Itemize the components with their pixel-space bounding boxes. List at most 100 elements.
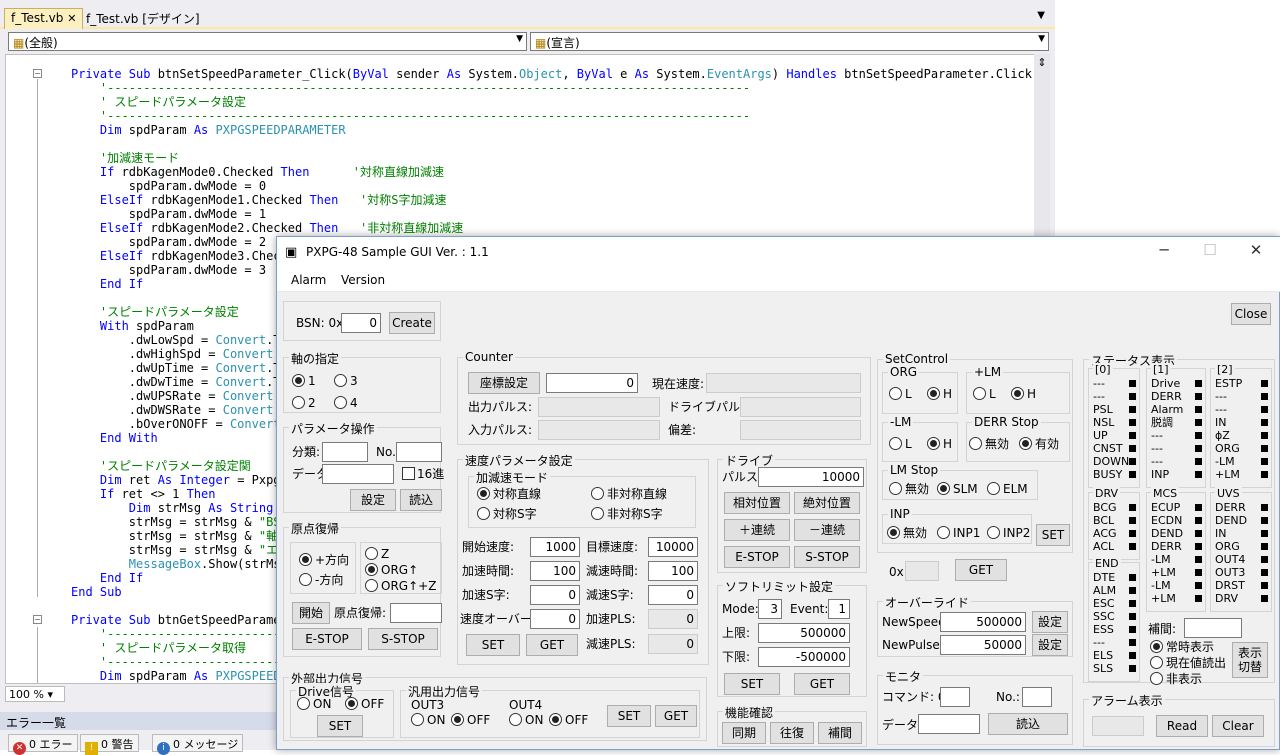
chevron-down-icon[interactable]: ▼ — [1037, 10, 1045, 21]
set-control-set-button[interactable]: SET — [1036, 524, 1070, 546]
close-button[interactable]: Close — [1231, 303, 1271, 325]
warnings-filter-button[interactable]: ! 0 警告 — [80, 734, 139, 755]
close-icon[interactable]: ✕ — [67, 12, 76, 25]
minus-lm-h-radio[interactable]: H — [927, 437, 952, 451]
monitor-no-input[interactable] — [1022, 687, 1052, 707]
inp1-radio[interactable]: INP1 — [937, 526, 980, 540]
drive-on-radio[interactable]: ON — [297, 697, 331, 711]
home-sstop-button[interactable]: S-STOP — [368, 628, 438, 650]
errors-filter-button[interactable]: ✕ 0 エラー — [8, 734, 78, 755]
hide-radio[interactable]: 非表示 — [1150, 672, 1202, 686]
axis-radio-4[interactable]: 4 — [334, 396, 358, 410]
speed-set-button[interactable]: SET — [466, 634, 520, 656]
axis-radio-1[interactable]: 1 — [292, 374, 316, 388]
speed-get-button[interactable]: GET — [526, 634, 578, 656]
out3-off-radio[interactable]: OFF — [451, 713, 490, 727]
mode-asymmetric-linear-radio[interactable]: 非対称直線 — [591, 487, 667, 501]
display-toggle-button[interactable]: 表示 切替 — [1232, 642, 1268, 678]
drive-set-button[interactable]: SET — [317, 715, 363, 737]
new-speed-input[interactable]: 500000 — [940, 612, 1026, 632]
class-combo[interactable]: ▦(全般) ▼ — [8, 32, 527, 51]
org-l-radio[interactable]: L — [889, 387, 912, 401]
general-get-button[interactable]: GET — [655, 705, 697, 727]
mode-asymmetric-s-radio[interactable]: 非対称S字 — [591, 507, 663, 521]
mode-symmetric-linear-radio[interactable]: 対称直線 — [477, 487, 541, 501]
out4-off-radio[interactable]: OFF — [549, 713, 588, 727]
maximize-icon[interactable]: ☐ — [1187, 241, 1233, 263]
set-control-get-button[interactable]: GET — [955, 559, 1007, 581]
data-input[interactable] — [322, 464, 394, 484]
home-start-button[interactable]: 開始 — [292, 602, 330, 624]
upper-limit-input[interactable]: 500000 — [758, 623, 850, 643]
create-button[interactable]: Create — [389, 312, 435, 334]
alarm-clear-button[interactable]: Clear — [1212, 715, 1264, 737]
command-input[interactable] — [940, 687, 970, 707]
org-z-radio[interactable]: ORG↑+Z — [365, 579, 436, 593]
hex-checkbox[interactable]: 16進 — [402, 467, 444, 481]
relative-move-button[interactable]: 相対位置 — [724, 492, 790, 514]
minus-continuous-button[interactable]: －連続 — [794, 519, 860, 541]
mode-symmetric-s-radio[interactable]: 対称S字 — [477, 507, 537, 521]
plus-continuous-button[interactable]: ＋連続 — [724, 519, 790, 541]
home-estop-button[interactable]: E-STOP — [292, 628, 362, 650]
axis-radio-3[interactable]: 3 — [334, 374, 358, 388]
inp2-radio[interactable]: INP2 — [987, 526, 1030, 540]
inp-disable-radio[interactable]: 無効 — [887, 526, 927, 540]
out3-on-radio[interactable]: ON — [411, 713, 445, 727]
accel-s-input[interactable]: 0 — [530, 585, 580, 605]
soft-limit-set-button[interactable]: SET — [724, 673, 780, 695]
absolute-move-button[interactable]: 絶対位置 — [794, 492, 860, 514]
speed-over-input[interactable]: 0 — [530, 609, 580, 629]
mode-input[interactable]: 3 — [758, 599, 782, 619]
event-input[interactable]: 1 — [828, 599, 850, 619]
start-speed-input[interactable]: 1000 — [530, 537, 580, 557]
decel-time-input[interactable]: 100 — [648, 561, 698, 581]
minimize-icon[interactable]: ─ — [1141, 241, 1187, 263]
drive-estop-button[interactable]: E-STOP — [724, 546, 790, 568]
no-input[interactable] — [396, 442, 442, 462]
lm-stop-elm-radio[interactable]: ELM — [987, 482, 1028, 496]
method-combo[interactable]: ▦(宣言) ▼ — [530, 32, 1049, 51]
z-radio[interactable]: Z — [365, 547, 389, 561]
drive-sstop-button[interactable]: S-STOP — [794, 546, 860, 568]
decel-s-input[interactable]: 0 — [648, 585, 698, 605]
interpolation-button[interactable]: 補間 — [818, 722, 862, 744]
bunrui-input[interactable] — [322, 442, 368, 462]
round-trip-button[interactable]: 往復 — [770, 722, 814, 744]
coord-set-button[interactable]: 座標設定 — [468, 372, 540, 394]
alarm-read-button[interactable]: Read — [1156, 715, 1208, 737]
plus-direction-radio[interactable]: +方向 — [299, 553, 349, 567]
general-set-button[interactable]: SET — [607, 705, 651, 727]
menu-alarm[interactable]: Alarm — [291, 273, 326, 287]
messages-filter-button[interactable]: i0 メッセージ — [152, 734, 244, 755]
target-speed-input[interactable]: 10000 — [648, 537, 698, 557]
param-read-button[interactable]: 読込 — [400, 489, 442, 511]
out4-on-radio[interactable]: ON — [509, 713, 543, 727]
new-pulse-set-button[interactable]: 設定 — [1032, 634, 1068, 656]
lower-limit-input[interactable]: -500000 — [758, 647, 850, 667]
collapse-icon[interactable]: − — [33, 69, 42, 78]
menu-version[interactable]: Version — [341, 273, 385, 287]
current-value-radio[interactable]: 現在値読出 — [1150, 656, 1226, 670]
org-radio[interactable]: ORG↑ — [365, 563, 418, 577]
param-set-button[interactable]: 設定 — [350, 489, 396, 511]
sync-button[interactable]: 同期 — [722, 722, 766, 744]
tab-f-test-vb[interactable]: f_Test.vb ✕ — [4, 8, 84, 29]
bsn-input[interactable]: 0 — [341, 313, 381, 333]
tab-f-test-design[interactable]: f_Test.vb [デザイン] — [80, 8, 206, 29]
split-icon[interactable]: ⇕ — [1036, 56, 1048, 69]
minus-direction-radio[interactable]: -方向 — [299, 573, 343, 587]
pulse-input[interactable]: 10000 — [758, 467, 864, 487]
plus-lm-l-radio[interactable]: L — [973, 387, 996, 401]
coord-input[interactable]: 0 — [546, 373, 638, 393]
home-value-input[interactable] — [390, 603, 442, 623]
collapse-icon[interactable]: − — [33, 615, 42, 624]
derr-disable-radio[interactable]: 無効 — [969, 437, 1009, 451]
soft-limit-get-button[interactable]: GET — [794, 673, 850, 695]
accel-time-input[interactable]: 100 — [530, 561, 580, 581]
monitor-read-button[interactable]: 読込 — [988, 713, 1068, 735]
axis-radio-2[interactable]: 2 — [292, 396, 316, 410]
derr-enable-radio[interactable]: 有効 — [1019, 437, 1059, 451]
lm-stop-disable-radio[interactable]: 無効 — [889, 482, 929, 496]
plus-lm-h-radio[interactable]: H — [1011, 387, 1036, 401]
